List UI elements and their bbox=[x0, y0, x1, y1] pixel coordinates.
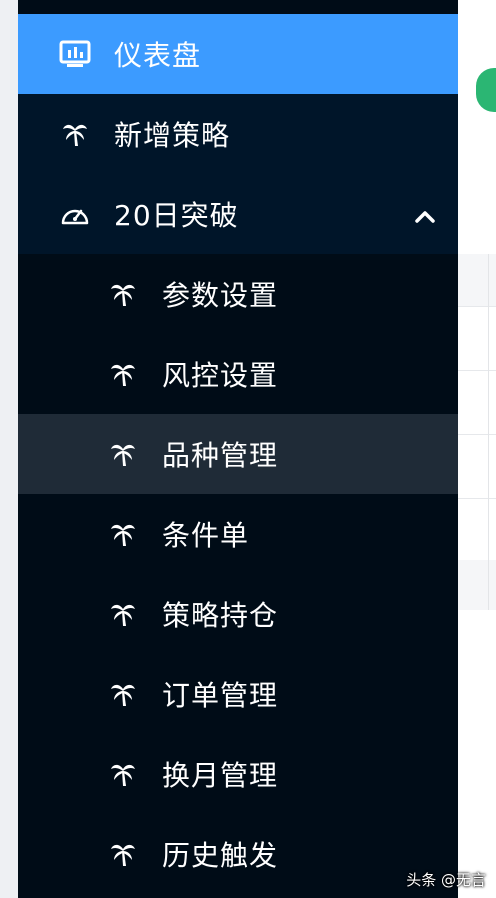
palm-icon bbox=[106, 757, 140, 791]
table-header-row bbox=[458, 254, 496, 306]
sidebar-item-orders[interactable]: 订单管理 bbox=[18, 654, 458, 734]
sidebar-item-label: 订单管理 bbox=[162, 679, 279, 712]
sidebar-item-label: 风控设置 bbox=[162, 359, 279, 392]
palm-icon bbox=[106, 357, 140, 391]
palm-icon bbox=[106, 277, 140, 311]
collapse-tab[interactable] bbox=[476, 68, 496, 112]
palm-icon bbox=[106, 837, 140, 871]
table-divider bbox=[458, 434, 496, 435]
sidebar-item-dashboard[interactable]: 仪表盘 bbox=[18, 14, 458, 94]
palm-icon bbox=[106, 597, 140, 631]
chevron-up-icon[interactable] bbox=[414, 202, 436, 224]
sidebar-item-label: 换月管理 bbox=[162, 759, 279, 792]
table-divider bbox=[458, 370, 496, 371]
table-footer-row bbox=[458, 560, 496, 610]
sidebar-item-label: 品种管理 bbox=[162, 439, 279, 472]
sidebar-item-history[interactable]: 历史触发 bbox=[18, 814, 458, 894]
palm-icon bbox=[106, 517, 140, 551]
sidebar-top-strip bbox=[18, 0, 458, 14]
page-left-edge bbox=[0, 0, 19, 898]
table-divider bbox=[458, 498, 496, 499]
table-divider bbox=[458, 306, 496, 307]
sidebar-item-rollover[interactable]: 换月管理 bbox=[18, 734, 458, 814]
sidebar-item-positions[interactable]: 策略持仓 bbox=[18, 574, 458, 654]
sidebar-item-symbols[interactable]: 品种管理 bbox=[18, 414, 458, 494]
sidebar-item-label: 条件单 bbox=[162, 519, 250, 552]
palm-icon bbox=[58, 117, 92, 151]
sidebar-item-label: 20日突破 bbox=[114, 199, 239, 232]
sidebar-item-label: 新增策略 bbox=[114, 119, 231, 152]
sidebar-item-label: 仪表盘 bbox=[114, 39, 202, 72]
gauge-icon bbox=[58, 197, 92, 231]
sidebar-item-label: 参数设置 bbox=[162, 279, 279, 312]
sidebar-item-params[interactable]: 参数设置 bbox=[18, 254, 458, 334]
sidebar-item-label: 历史触发 bbox=[162, 839, 279, 872]
palm-icon bbox=[106, 437, 140, 471]
sidebar-item-new-strategy[interactable]: 新增策略 bbox=[18, 94, 458, 174]
table-column-line bbox=[488, 254, 489, 610]
dashboard-chart-icon bbox=[58, 37, 92, 71]
app-window: 仪表盘 新增策略 20日突破 参数设置 风控设置 品种管理 条件单 策略持仓 订… bbox=[0, 0, 496, 898]
sidebar-item-conditional-orders[interactable]: 条件单 bbox=[18, 494, 458, 574]
sidebar-item-risk-control[interactable]: 风控设置 bbox=[18, 334, 458, 414]
sidebar-item-20day-breakout[interactable]: 20日突破 bbox=[18, 174, 458, 254]
palm-icon bbox=[106, 677, 140, 711]
sidebar-menu: 仪表盘 新增策略 20日突破 参数设置 风控设置 品种管理 条件单 策略持仓 订… bbox=[18, 0, 458, 898]
main-content-edge bbox=[458, 0, 496, 898]
watermark-text: 头条 @无言 bbox=[406, 871, 486, 889]
sidebar-item-label: 策略持仓 bbox=[162, 599, 279, 632]
